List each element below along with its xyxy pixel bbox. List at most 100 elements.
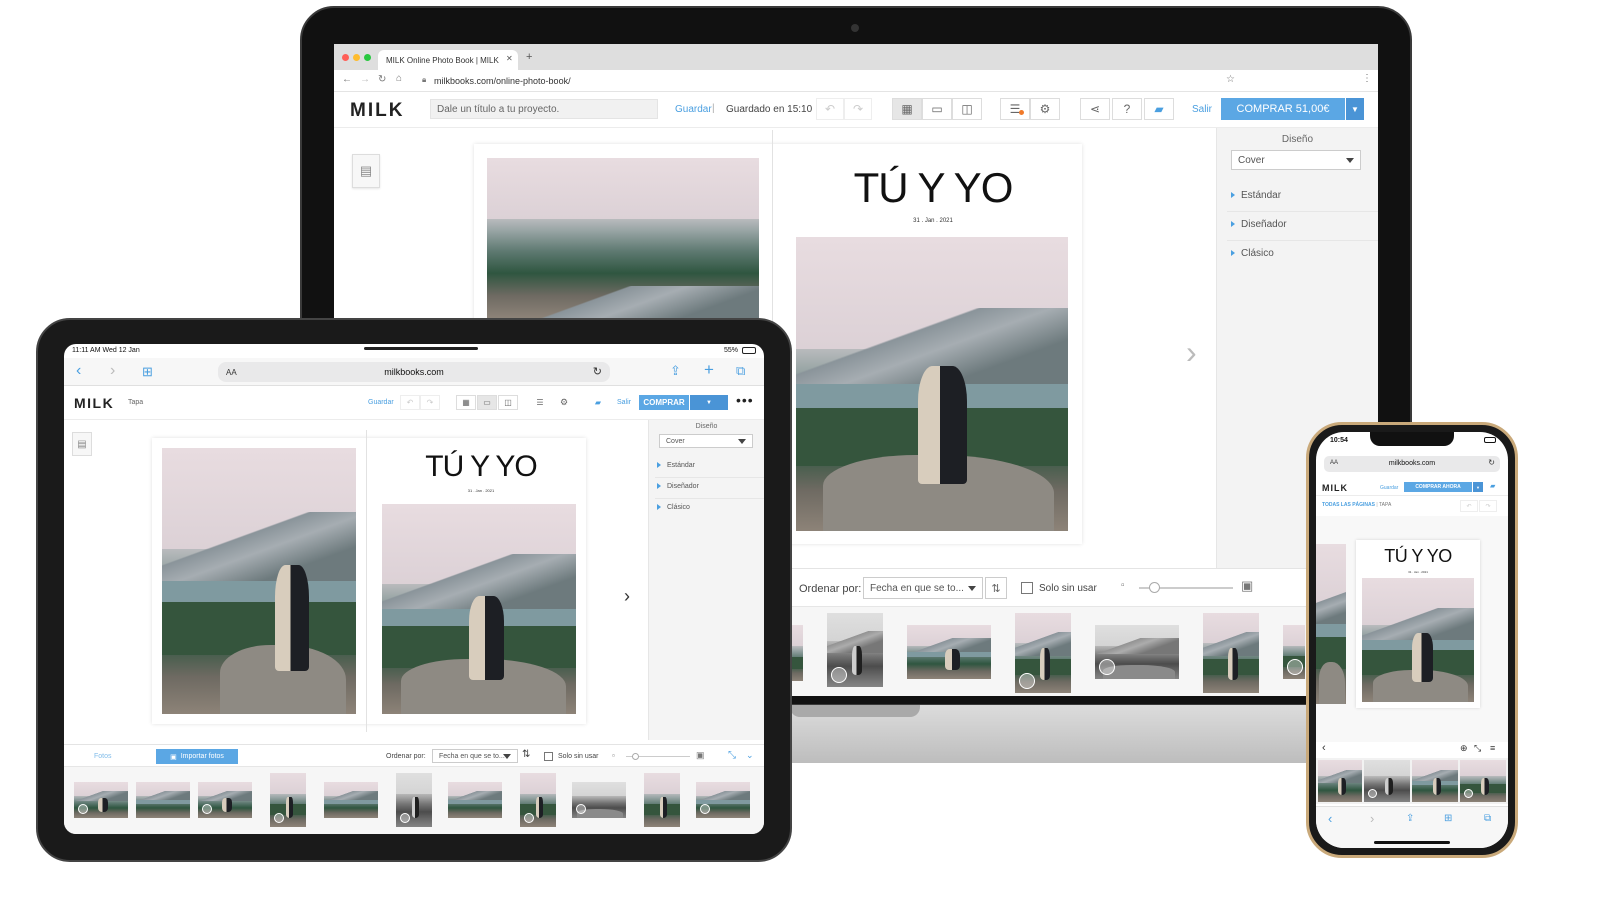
panel-item-estandar[interactable]: Estándar [655, 458, 764, 478]
design-select[interactable]: Cover [659, 434, 753, 448]
film-photo[interactable] [1283, 625, 1305, 679]
forward-icon[interactable]: → [360, 74, 370, 85]
order-select[interactable]: Fecha en que se to... [863, 577, 983, 599]
film-photo[interactable] [448, 782, 502, 818]
order-select[interactable]: Fecha en que se to... [432, 749, 518, 763]
film-photo[interactable] [696, 782, 750, 818]
film-photo[interactable] [1364, 760, 1410, 802]
undo-button[interactable]: ↶ [1460, 500, 1478, 512]
settings-button[interactable]: ⚙ [554, 395, 574, 410]
share-button[interactable]: ⋖ [1080, 98, 1110, 120]
unused-checkbox[interactable] [1021, 582, 1033, 594]
film-photo[interactable] [1095, 625, 1179, 679]
browser-tab[interactable]: MILK Online Photo Book | MILK [378, 50, 518, 70]
panel-item-estandar[interactable]: Estándar [1227, 184, 1378, 212]
tablet-address-bar[interactable]: AA milkbooks.com ↻ [218, 362, 610, 382]
film-photo[interactable] [198, 782, 252, 818]
home-indicator[interactable] [1374, 841, 1450, 844]
cover-date[interactable]: 31 . Jan . 2021 [376, 488, 586, 493]
film-photo[interactable] [644, 773, 680, 827]
back-icon[interactable]: ← [342, 74, 352, 85]
address-url[interactable]: milkbooks.com/online-photo-book/ [434, 76, 571, 86]
bookmarks-icon[interactable]: ⊞ [1444, 813, 1452, 824]
multitask-indicator[interactable] [364, 347, 478, 350]
add-icon[interactable]: ⊕ [1460, 743, 1468, 754]
cover-date[interactable]: 31 . Jan . 2021 [784, 218, 1082, 224]
cover-title[interactable]: TÚ Y YO [376, 450, 586, 484]
minimize-window-icon[interactable] [353, 54, 360, 61]
redo-button[interactable]: ↷ [844, 98, 872, 120]
reload-icon[interactable]: ↻ [1488, 458, 1495, 467]
breadcrumb-all-pages[interactable]: TODAS LAS PÁGINAS [1322, 502, 1375, 508]
next-page-arrow[interactable]: › [624, 586, 630, 607]
undo-button[interactable]: ↶ [816, 98, 844, 120]
film-photo[interactable] [136, 782, 190, 818]
page-view-button[interactable]: ▭ [477, 395, 497, 410]
back-icon[interactable]: ‹ [76, 362, 81, 380]
checklist-button[interactable]: ☰ [530, 395, 550, 410]
close-tab-icon[interactable]: ✕ [506, 54, 513, 63]
next-page-arrow[interactable]: › [1186, 334, 1197, 371]
home-icon[interactable]: ⌂ [396, 73, 402, 84]
cover-photo[interactable] [382, 504, 576, 714]
chat-button[interactable]: ▰ [1144, 98, 1174, 120]
panel-item-disenador[interactable]: Diseñador [655, 479, 764, 499]
cover-date[interactable]: 31 . Jan . 2021 [1356, 570, 1480, 574]
project-title-input[interactable]: Dale un título a tu proyecto. [430, 99, 658, 119]
buy-button[interactable]: COMPRAR AHORA [1404, 482, 1472, 492]
share-icon[interactable]: ⇪ [1406, 813, 1414, 824]
help-button[interactable]: ? [1112, 98, 1142, 120]
panel-item-clasico[interactable]: Clásico [655, 500, 764, 520]
film-photo[interactable] [827, 613, 883, 687]
buy-button[interactable]: COMPRAR 51,00€ [1221, 98, 1345, 120]
more-icon[interactable]: ••• [736, 392, 754, 408]
zoom-slider-handle[interactable] [632, 753, 639, 760]
new-tab-icon[interactable]: + [704, 360, 714, 380]
film-photo[interactable] [572, 782, 626, 818]
browser-menu-icon[interactable]: ⋮ [1362, 73, 1372, 84]
cover-title[interactable]: TÚ Y YO [784, 164, 1082, 212]
film-photo[interactable] [1203, 613, 1259, 693]
buy-options-button[interactable]: ▼ [1473, 482, 1483, 492]
tab-photos[interactable]: Fotos [94, 753, 112, 760]
spread-view-button[interactable]: ◫ [952, 98, 982, 120]
reload-icon[interactable]: ↻ [378, 74, 386, 85]
back-icon[interactable]: ‹ [1322, 742, 1326, 754]
back-cover-photo[interactable] [1316, 544, 1346, 704]
back-cover-photo[interactable] [487, 158, 759, 318]
sort-icon[interactable]: ⇅ [522, 749, 530, 760]
expand-icon[interactable]: ⤡ [728, 750, 736, 761]
menu-icon[interactable]: ≡ [1490, 743, 1495, 753]
buy-button[interactable]: COMPRAR [639, 395, 689, 410]
settings-button[interactable]: ⚙ [1030, 98, 1060, 120]
close-window-icon[interactable] [342, 54, 349, 61]
maximize-window-icon[interactable] [364, 54, 371, 61]
film-photo[interactable] [270, 773, 306, 827]
bookmark-star-icon[interactable]: ☆ [1226, 74, 1235, 85]
cover-title[interactable]: TÚ Y YO [1356, 546, 1480, 567]
import-photos-button[interactable]: ▣ Importar fotos [156, 749, 238, 764]
redo-button[interactable]: ↷ [1479, 500, 1497, 512]
forward-icon[interactable]: › [110, 362, 115, 380]
back-cover-photo[interactable] [162, 448, 356, 714]
save-link[interactable]: Guardar [1380, 485, 1398, 491]
save-link[interactable]: Guardar [368, 399, 394, 406]
sort-direction-button[interactable]: ⇅ [985, 577, 1007, 599]
film-photo[interactable] [907, 625, 991, 679]
design-select[interactable]: Cover [1231, 150, 1361, 170]
back-icon[interactable]: ‹ [1328, 811, 1332, 826]
exit-link[interactable]: Salir [1192, 104, 1212, 115]
checklist-button[interactable]: ☰ [1000, 98, 1030, 120]
page-list-button[interactable]: ▤ [352, 154, 380, 188]
redo-button[interactable]: ↷ [420, 395, 440, 410]
panel-item-disenador[interactable]: Diseñador [1227, 213, 1378, 241]
milk-logo[interactable]: MILK [74, 395, 114, 411]
chat-icon[interactable]: ▰ [1490, 482, 1495, 490]
milk-logo[interactable]: MILK [350, 100, 404, 122]
reload-icon[interactable]: ↻ [593, 365, 602, 378]
new-tab-icon[interactable]: + [526, 51, 532, 63]
film-photo[interactable] [1412, 760, 1458, 802]
film-photo[interactable] [1460, 760, 1506, 802]
save-link[interactable]: Guardar [675, 104, 712, 115]
cover-photo[interactable] [1362, 578, 1474, 702]
